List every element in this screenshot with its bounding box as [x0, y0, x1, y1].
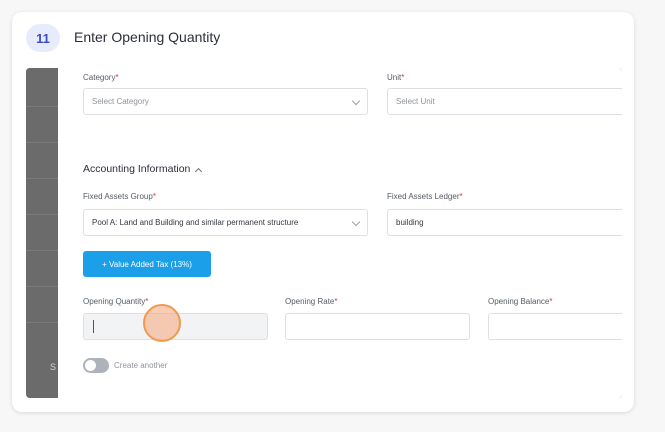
chevron-down-icon [351, 96, 361, 106]
toggle-knob [85, 360, 96, 371]
fixed-assets-ledger-input[interactable]: building [387, 209, 622, 236]
click-indicator [143, 304, 181, 342]
text-cursor [93, 320, 94, 333]
opening-rate-input[interactable] [285, 313, 470, 340]
background-divider [26, 286, 60, 287]
background-divider [26, 142, 60, 143]
opening-balance-input[interactable] [488, 313, 622, 340]
fixed-assets-group-label: Fixed Assets Group* [83, 192, 156, 201]
unit-select[interactable]: Select Unit [387, 88, 622, 115]
page: 11 Enter Opening Quantity S Category* Se… [0, 0, 665, 432]
step-number-badge: 11 [26, 24, 60, 52]
fixed-assets-ledger-label: Fixed Assets Ledger* [387, 192, 463, 201]
category-label: Category* [83, 73, 119, 82]
add-value-added-tax-button[interactable]: + Value Added Tax (13%) [83, 251, 211, 277]
background-page [26, 68, 60, 398]
section-title: Accounting Information [83, 163, 191, 175]
background-divider [26, 322, 60, 323]
background-divider [26, 106, 60, 107]
chevron-up-icon [195, 167, 203, 176]
opening-quantity-label: Opening Quantity* [83, 297, 149, 306]
create-another-toggle[interactable] [83, 358, 109, 373]
background-divider [26, 214, 60, 215]
unit-placeholder: Select Unit [396, 97, 435, 106]
chevron-down-icon [351, 217, 361, 227]
background-divider [26, 250, 60, 251]
fixed-assets-group-select[interactable]: Pool A: Land and Building and similar pe… [83, 209, 368, 236]
screenshot-frame: S Category* Select Category Unit* Select… [26, 68, 622, 398]
item-form-modal: Category* Select Category Unit* Select U… [58, 68, 622, 398]
background-divider [26, 178, 60, 179]
fixed-assets-ledger-value: building [396, 218, 424, 227]
create-another-label: Create another [114, 361, 168, 370]
accounting-information-toggle[interactable]: Accounting Information [83, 163, 203, 176]
unit-label: Unit* [387, 73, 405, 82]
background-text: S [50, 362, 57, 372]
category-placeholder: Select Category [92, 97, 149, 106]
step-card: 11 Enter Opening Quantity S Category* Se… [12, 12, 634, 412]
fixed-assets-group-value: Pool A: Land and Building and similar pe… [92, 218, 299, 227]
opening-rate-label: Opening Rate* [285, 297, 338, 306]
step-title: Enter Opening Quantity [74, 29, 221, 45]
category-select[interactable]: Select Category [83, 88, 368, 115]
opening-balance-label: Opening Balance* [488, 297, 553, 306]
